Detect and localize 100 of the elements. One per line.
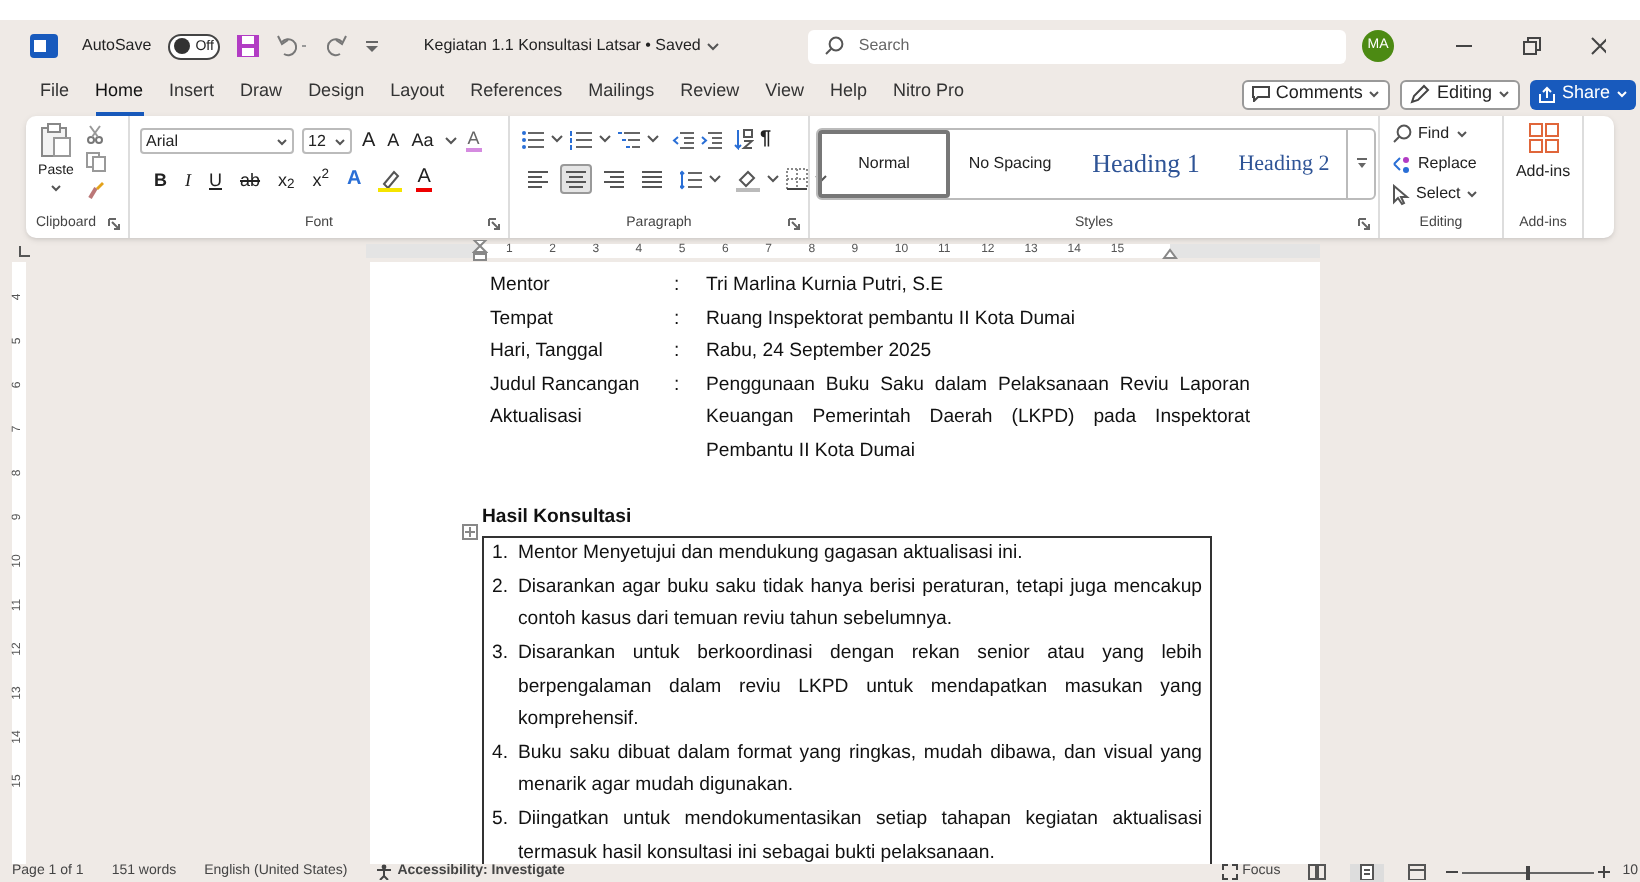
- style-option[interactable]: Heading 1: [1070, 130, 1222, 198]
- search-icon: [824, 36, 845, 56]
- search-input[interactable]: Search: [858, 34, 1259, 58]
- font-name-field[interactable]: Arial: [140, 128, 294, 154]
- list-item-text: Disarankan agar buku saku tidak hanya berisi peraturan, tetapi juga mencakup contoh kasus dari temuan reviu tahun sebelumnya.: [518, 573, 1202, 635]
- replace-button[interactable]: Replace: [1392, 152, 1479, 176]
- highlighter-icon[interactable]: [377, 168, 402, 192]
- field-label: Judul Rancangan Aktualisasi: [490, 371, 642, 433]
- menu-tab[interactable]: Draw: [240, 72, 283, 116]
- grid-icon: [1527, 122, 1559, 154]
- borders-icon[interactable]: [786, 168, 808, 190]
- dialog-launcher-icon[interactable]: [1358, 218, 1370, 230]
- menu-tab[interactable]: Design: [308, 72, 365, 116]
- word-logo-icon: [30, 34, 58, 58]
- dialog-launcher-icon[interactable]: [108, 218, 120, 230]
- section-heading: Hasil Konsultasi: [482, 503, 634, 532]
- shrink-font-button[interactable]: A: [385, 132, 402, 150]
- dialog-launcher-icon[interactable]: [488, 218, 500, 230]
- zoom-in-icon[interactable]: [1598, 864, 1611, 880]
- menu-tab[interactable]: Mailings: [588, 72, 655, 116]
- list-number: 1.: [492, 540, 511, 569]
- font-color-button[interactable]: A: [415, 168, 433, 192]
- scissors-icon[interactable]: [86, 124, 104, 144]
- read-mode-icon[interactable]: [1308, 864, 1327, 880]
- field-value: Tri Marlina Kurnia Putri, S.E: [706, 272, 946, 300]
- list-item-text: Diingatkan untuk mendokumentasikan setiap tahapan kegiatan aktualisasi termasuk hasil konsultasi ini sebagai bukti pelaksanaan.: [518, 805, 1202, 864]
- field-value: Rabu, 24 September 2025: [706, 338, 934, 367]
- menu-tab[interactable]: Help: [830, 72, 868, 116]
- list-number: 3.: [492, 639, 511, 668]
- multilevel-list-icon[interactable]: [618, 129, 640, 149]
- pencil-icon: [1410, 84, 1431, 104]
- clear-formatting-button[interactable]: A: [465, 130, 482, 152]
- list-number: 5.: [492, 805, 511, 834]
- menu-tab[interactable]: View: [765, 72, 805, 116]
- field-separator: :: [672, 371, 682, 400]
- restore-icon[interactable]: [1522, 36, 1542, 56]
- field-label: Tempat: [490, 305, 555, 334]
- decrease-indent-icon[interactable]: [672, 129, 694, 149]
- cursor-icon: [1392, 183, 1410, 205]
- search-field[interactable]: Search: [808, 29, 1347, 63]
- zoom-slider-thumb[interactable]: [1526, 866, 1531, 880]
- change-case-button[interactable]: Aa: [409, 132, 436, 150]
- text-effects-button[interactable]: A: [345, 170, 364, 190]
- web-layout-icon[interactable]: [1408, 864, 1427, 880]
- document-title[interactable]: Kegiatan 1.1 Konsultasi Latsar • Saved: [423, 34, 721, 58]
- menu-tab[interactable]: Insert: [169, 72, 215, 116]
- indent-marker-icon[interactable]: [472, 240, 488, 262]
- field-value: Ruang Inspektorat pembantu II Kota Dumai: [706, 305, 1078, 334]
- italic-button[interactable]: I: [183, 171, 193, 189]
- list-number: 2.: [492, 573, 511, 602]
- menu-tab[interactable]: File: [40, 72, 70, 116]
- style-option[interactable]: Heading 2: [1222, 130, 1346, 198]
- dialog-launcher-icon[interactable]: [788, 218, 800, 230]
- undo-icon[interactable]: [275, 34, 308, 58]
- style-option[interactable]: No Spacing: [950, 130, 1070, 198]
- sort-icon[interactable]: [734, 128, 754, 150]
- share-icon: [1537, 85, 1556, 103]
- customize-toolbar-icon[interactable]: [363, 38, 380, 54]
- font-size-field[interactable]: 12: [302, 128, 352, 154]
- line-spacing-icon[interactable]: [680, 169, 702, 189]
- menu-tab[interactable]: Nitro Pro: [893, 72, 965, 116]
- format-painter-icon[interactable]: [86, 180, 106, 200]
- grow-font-button[interactable]: A: [360, 131, 378, 151]
- table-move-handle-icon[interactable]: [462, 523, 478, 540]
- clipboard-icon[interactable]: [40, 122, 72, 158]
- find-button[interactable]: Find: [1392, 122, 1479, 146]
- list-item-text: Mentor Menyetujui dan mendukung gagasan aktualisasi ini.: [518, 540, 1025, 569]
- editing-mode-button[interactable]: Editing: [1400, 79, 1520, 109]
- close-icon[interactable]: [1590, 36, 1606, 56]
- script-button[interactable]: x$_{2}$: [276, 171, 297, 189]
- numbering-icon[interactable]: [570, 129, 592, 149]
- replace-icon: [1392, 154, 1412, 174]
- style-option[interactable]: Normal: [818, 130, 950, 198]
- comments-button[interactable]: Comments: [1241, 79, 1391, 109]
- save-icon[interactable]: [235, 34, 260, 58]
- menu-tab[interactable]: Review: [680, 72, 740, 116]
- print-layout-button[interactable]: [1350, 864, 1385, 882]
- field-value: Penggunaan Buku Saku dalam Pelaksanaan Reviu Laporan Keuangan Pemerintah Daerah (LKPD) pada Inspektorat Pembantu II Kota Dumai: [706, 371, 1250, 466]
- bullets-icon[interactable]: [522, 129, 544, 149]
- script-button[interactable]: x$^{2}$: [310, 171, 332, 189]
- show-formatting-button[interactable]: ¶: [760, 129, 772, 149]
- field-separator: :: [672, 305, 682, 334]
- list-number: 4.: [492, 739, 511, 768]
- field-label: Mentor: [490, 272, 552, 300]
- redo-icon[interactable]: [323, 34, 348, 58]
- field-label: Hari, Tanggal: [490, 338, 605, 367]
- menu-tab[interactable]: Layout: [390, 72, 445, 116]
- select-button[interactable]: Select: [1392, 182, 1479, 206]
- strikethrough-button[interactable]: ab: [238, 171, 263, 189]
- underline-button[interactable]: U: [207, 171, 224, 189]
- menu-tab[interactable]: References: [470, 72, 563, 116]
- list-item-text: Disarankan untuk berkoordinasi dengan rekan senior atau yang lebih berpengalaman dalam reviu LKPD untuk mendapatkan masukan yang komprehensif.: [518, 639, 1202, 735]
- add-ins-button[interactable]: Add-ins: [1504, 116, 1582, 210]
- shading-icon[interactable]: [736, 167, 760, 191]
- increase-indent-icon[interactable]: [700, 129, 722, 149]
- copy-icon[interactable]: [86, 152, 106, 172]
- autosave-label: AutoSave: [82, 34, 152, 58]
- tab-selector-icon[interactable]: [18, 244, 32, 258]
- share-button[interactable]: Share: [1529, 79, 1636, 109]
- bold-button[interactable]: B: [152, 171, 169, 189]
